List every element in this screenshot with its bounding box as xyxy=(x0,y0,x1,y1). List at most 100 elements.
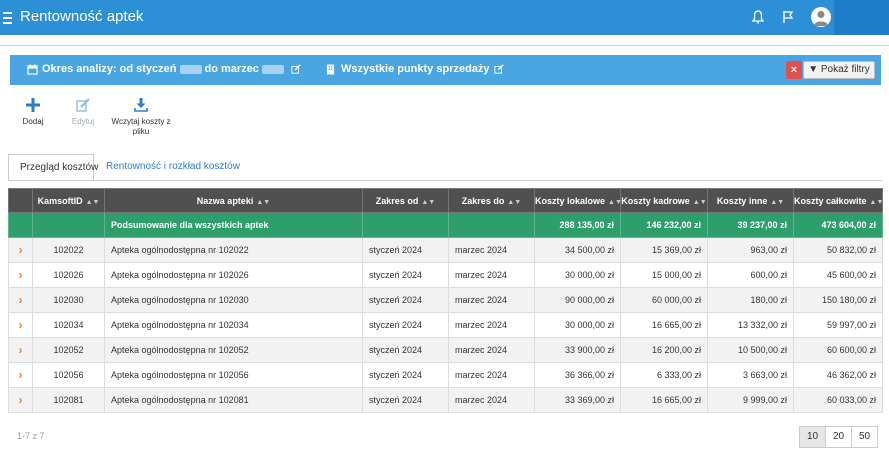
download-icon xyxy=(134,98,148,112)
kamsoftid-cell: 102026 xyxy=(32,262,105,288)
edit-points-icon[interactable] xyxy=(493,64,504,74)
page-size-10[interactable]: 10 xyxy=(799,426,826,448)
staff-costs-cell: 15 000,00 zł xyxy=(620,262,708,288)
expand-row-chevron-icon[interactable]: › xyxy=(8,387,33,413)
expand-row-chevron-icon[interactable]: › xyxy=(8,362,33,388)
column-header-to[interactable]: Zakres do ▲▼ xyxy=(448,188,535,213)
column-header-name[interactable]: Nazwa apteki ▲▼ xyxy=(104,188,363,213)
name-cell: Apteka ogólnodostępna nr 102056 xyxy=(104,362,363,388)
sort-icon: ▲▼ xyxy=(256,198,271,206)
to-cell: marzec 2024 xyxy=(448,262,535,288)
flag-icon[interactable] xyxy=(780,9,796,25)
column-header-local-costs[interactable]: Koszty lokalowe ▲▼ xyxy=(534,188,622,213)
expand-row-chevron-icon[interactable]: › xyxy=(8,262,33,288)
column-header-from[interactable]: Zakres od ▲▼ xyxy=(362,188,449,213)
total-costs-cell: 46 362,00 zł xyxy=(793,362,883,388)
page-size-50[interactable]: 50 xyxy=(851,426,878,448)
to-cell: marzec 2024 xyxy=(448,362,535,388)
other-costs-cell: 13 332,00 zł xyxy=(707,312,794,338)
column-header-staff-costs[interactable]: Koszty kadrowe ▲▼ xyxy=(620,188,708,213)
analysis-points: Wszystkie punkty sprzedaży xyxy=(326,63,504,75)
summary-local-costs: 288 135,00 zł xyxy=(534,212,621,238)
to-cell: marzec 2024 xyxy=(448,237,535,263)
edit-button[interactable]: Edytuj xyxy=(68,98,98,127)
table-row[interactable]: › 102030 Apteka ogólnodostępna nr 102030st… xyxy=(8,287,883,313)
column-header-total-costs[interactable]: Koszty całkowite ▲▼ xyxy=(793,188,883,213)
summary-staff-costs: 146 232,00 zł xyxy=(620,212,708,238)
table-row[interactable]: › 102034 Apteka ogólnodostępna nr 102034st… xyxy=(8,312,883,338)
total-costs-cell: 59 997,00 zł xyxy=(793,312,883,338)
expand-row-chevron-icon[interactable]: › xyxy=(8,287,33,313)
sort-icon: ▲▼ xyxy=(421,198,436,206)
show-filters-label: Pokaż filtry xyxy=(820,64,870,75)
analysis-bar: Okres analizy: od styczeń do marzec Wszy… xyxy=(10,55,881,85)
column-header-other-costs[interactable]: Koszty inne ▲▼ xyxy=(707,188,794,213)
table-row[interactable]: › 102056 Apteka ogólnodostępna nr 102056st… xyxy=(8,362,883,388)
expand-row-chevron-icon[interactable]: › xyxy=(8,337,33,363)
clear-filters-button[interactable]: × xyxy=(786,61,802,79)
to-cell: marzec 2024 xyxy=(448,312,535,338)
pencil-icon xyxy=(76,98,90,112)
sort-icon: ▲▼ xyxy=(770,198,785,206)
load-costs-label: Wczytaj koszty z pliku xyxy=(111,117,171,136)
page-size-20[interactable]: 20 xyxy=(825,426,852,448)
to-cell: marzec 2024 xyxy=(448,337,535,363)
total-costs-cell: 60 033,00 zł xyxy=(793,387,883,413)
tab-cost-overview[interactable]: Przegląd kosztów xyxy=(8,154,98,181)
plus-icon xyxy=(26,98,40,112)
expand-row-chevron-icon[interactable]: › xyxy=(8,237,33,263)
other-costs-cell: 3 663,00 zł xyxy=(707,362,794,388)
table-header: KamsoftID ▲▼ Nazwa apteki ▲▼ Zakres od ▲▼ Z… xyxy=(8,188,883,213)
from-cell: styczeń 2024 xyxy=(362,287,449,313)
account-panel[interactable] xyxy=(834,0,889,35)
name-cell: Apteka ogólnodostępna nr 102034 xyxy=(104,312,363,338)
bell-icon[interactable] xyxy=(750,9,766,25)
calendar-icon xyxy=(27,63,38,75)
expand-row-chevron-icon[interactable]: › xyxy=(8,312,33,338)
staff-costs-cell: 16 665,00 zł xyxy=(620,312,708,338)
total-costs-cell: 45 600,00 zł xyxy=(793,262,883,288)
analysis-period: Okres analizy: od styczeń do marzec xyxy=(27,63,301,75)
staff-costs-cell: 16 665,00 zł xyxy=(620,387,708,413)
from-cell: styczeń 2024 xyxy=(362,312,449,338)
load-costs-button[interactable]: Wczytaj koszty z pliku xyxy=(110,98,172,137)
total-costs-cell: 60 600,00 zł xyxy=(793,337,883,363)
name-cell: Apteka ogólnodostępna nr 102022 xyxy=(104,237,363,263)
total-costs-cell: 150 180,00 zł xyxy=(793,287,883,313)
table-row[interactable]: › 102022 Apteka ogólnodostępna nr 102022st… xyxy=(8,237,883,263)
kamsoftid-cell: 102081 xyxy=(32,387,105,413)
top-bar: Rentowność aptek xyxy=(0,0,889,35)
add-button[interactable]: Dodaj xyxy=(18,98,48,127)
local-costs-cell: 30 000,00 zł xyxy=(534,262,621,288)
user-avatar-icon[interactable] xyxy=(811,7,831,27)
table-row[interactable]: › 102081 Apteka ogólnodostępna nr 102081st… xyxy=(8,387,883,413)
total-costs-cell: 50 832,00 zł xyxy=(793,237,883,263)
kamsoftid-cell: 102056 xyxy=(32,362,105,388)
building-icon xyxy=(326,64,335,74)
local-costs-cell: 33 369,00 zł xyxy=(534,387,621,413)
show-filters-button[interactable]: ▼ Pokaż filtry xyxy=(803,61,875,79)
table-row[interactable]: › 102052 Apteka ogólnodostępna nr 102052st… xyxy=(8,337,883,363)
column-header-kamsoftid[interactable]: KamsoftID ▲▼ xyxy=(32,188,105,213)
from-cell: styczeń 2024 xyxy=(362,262,449,288)
kamsoftid-cell: 102030 xyxy=(32,287,105,313)
summary-total-costs: 473 604,00 zł xyxy=(793,212,883,238)
costs-table: KamsoftID ▲▼ Nazwa apteki ▲▼ Zakres od ▲▼ Z… xyxy=(8,188,883,413)
tab-profitability[interactable]: Rentowność i rozkład kosztów xyxy=(95,154,251,181)
staff-costs-cell: 6 333,00 zł xyxy=(620,362,708,388)
other-costs-cell: 9 999,00 zł xyxy=(707,387,794,413)
edit-period-icon[interactable] xyxy=(291,64,301,74)
sort-icon: ▲▼ xyxy=(85,198,100,206)
table-row[interactable]: › 102026 Apteka ogólnodostępna nr 102026st… xyxy=(8,262,883,288)
summary-other-costs: 39 237,00 zł xyxy=(707,212,794,238)
summary-row: Podsumowanie dla wszystkich aptek 288 13… xyxy=(8,212,883,238)
sort-icon: ▲▼ xyxy=(507,198,522,206)
kamsoftid-cell: 102034 xyxy=(32,312,105,338)
name-cell: Apteka ogólnodostępna nr 102081 xyxy=(104,387,363,413)
edit-label: Edytuj xyxy=(71,117,95,126)
period-prefix: Okres analizy: od styczeń xyxy=(42,63,177,75)
from-cell: styczeń 2024 xyxy=(362,237,449,263)
menu-icon[interactable] xyxy=(3,9,12,24)
staff-costs-cell: 15 369,00 zł xyxy=(620,237,708,263)
kamsoftid-cell: 102052 xyxy=(32,337,105,363)
